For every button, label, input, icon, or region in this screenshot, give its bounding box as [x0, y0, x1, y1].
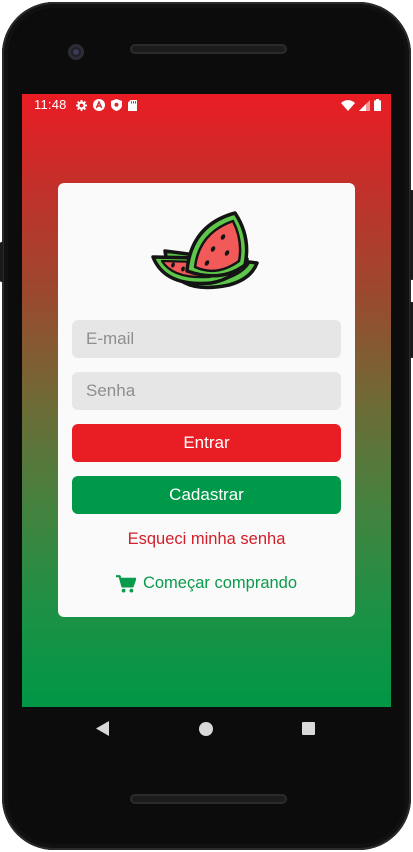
- bottom-speaker: [130, 794, 287, 804]
- cart-icon: [115, 574, 136, 592]
- recents-square-icon[interactable]: [302, 722, 315, 735]
- login-card: Entrar Cadastrar Esqueci minha senha Com…: [58, 183, 355, 617]
- register-button[interactable]: Cadastrar: [72, 476, 341, 514]
- app-a-icon: [93, 99, 105, 111]
- status-system-icons: [341, 99, 381, 111]
- signal-icon: [359, 99, 370, 111]
- shield-icon: [111, 99, 122, 111]
- side-button-left: [0, 242, 3, 282]
- top-speaker: [130, 44, 287, 54]
- home-circle-icon[interactable]: [199, 722, 213, 736]
- watermelon-icon: [151, 211, 259, 290]
- battery-icon: [374, 99, 381, 111]
- status-bar: 11:48: [22, 94, 391, 116]
- app-screen: 11:48 E-mail Entrar Cadastrar Esqueci mi…: [22, 94, 391, 707]
- start-shopping-link[interactable]: Começar comprando: [58, 574, 355, 593]
- front-camera: [68, 44, 84, 60]
- forgot-password-link[interactable]: Esqueci minha senha: [58, 530, 355, 549]
- status-time: 11:48: [34, 97, 67, 112]
- android-nav-bar: [22, 707, 391, 751]
- password-input[interactable]: [72, 372, 341, 410]
- status-notification-icons: [76, 99, 137, 111]
- sd-card-icon: [128, 99, 137, 111]
- login-button[interactable]: Entrar: [72, 424, 341, 462]
- back-triangle-icon[interactable]: [96, 721, 110, 736]
- settings-gear-icon: [76, 99, 87, 111]
- email-input[interactable]: [72, 320, 341, 358]
- wifi-icon: [341, 99, 355, 111]
- start-shopping-label: Começar comprando: [142, 574, 298, 592]
